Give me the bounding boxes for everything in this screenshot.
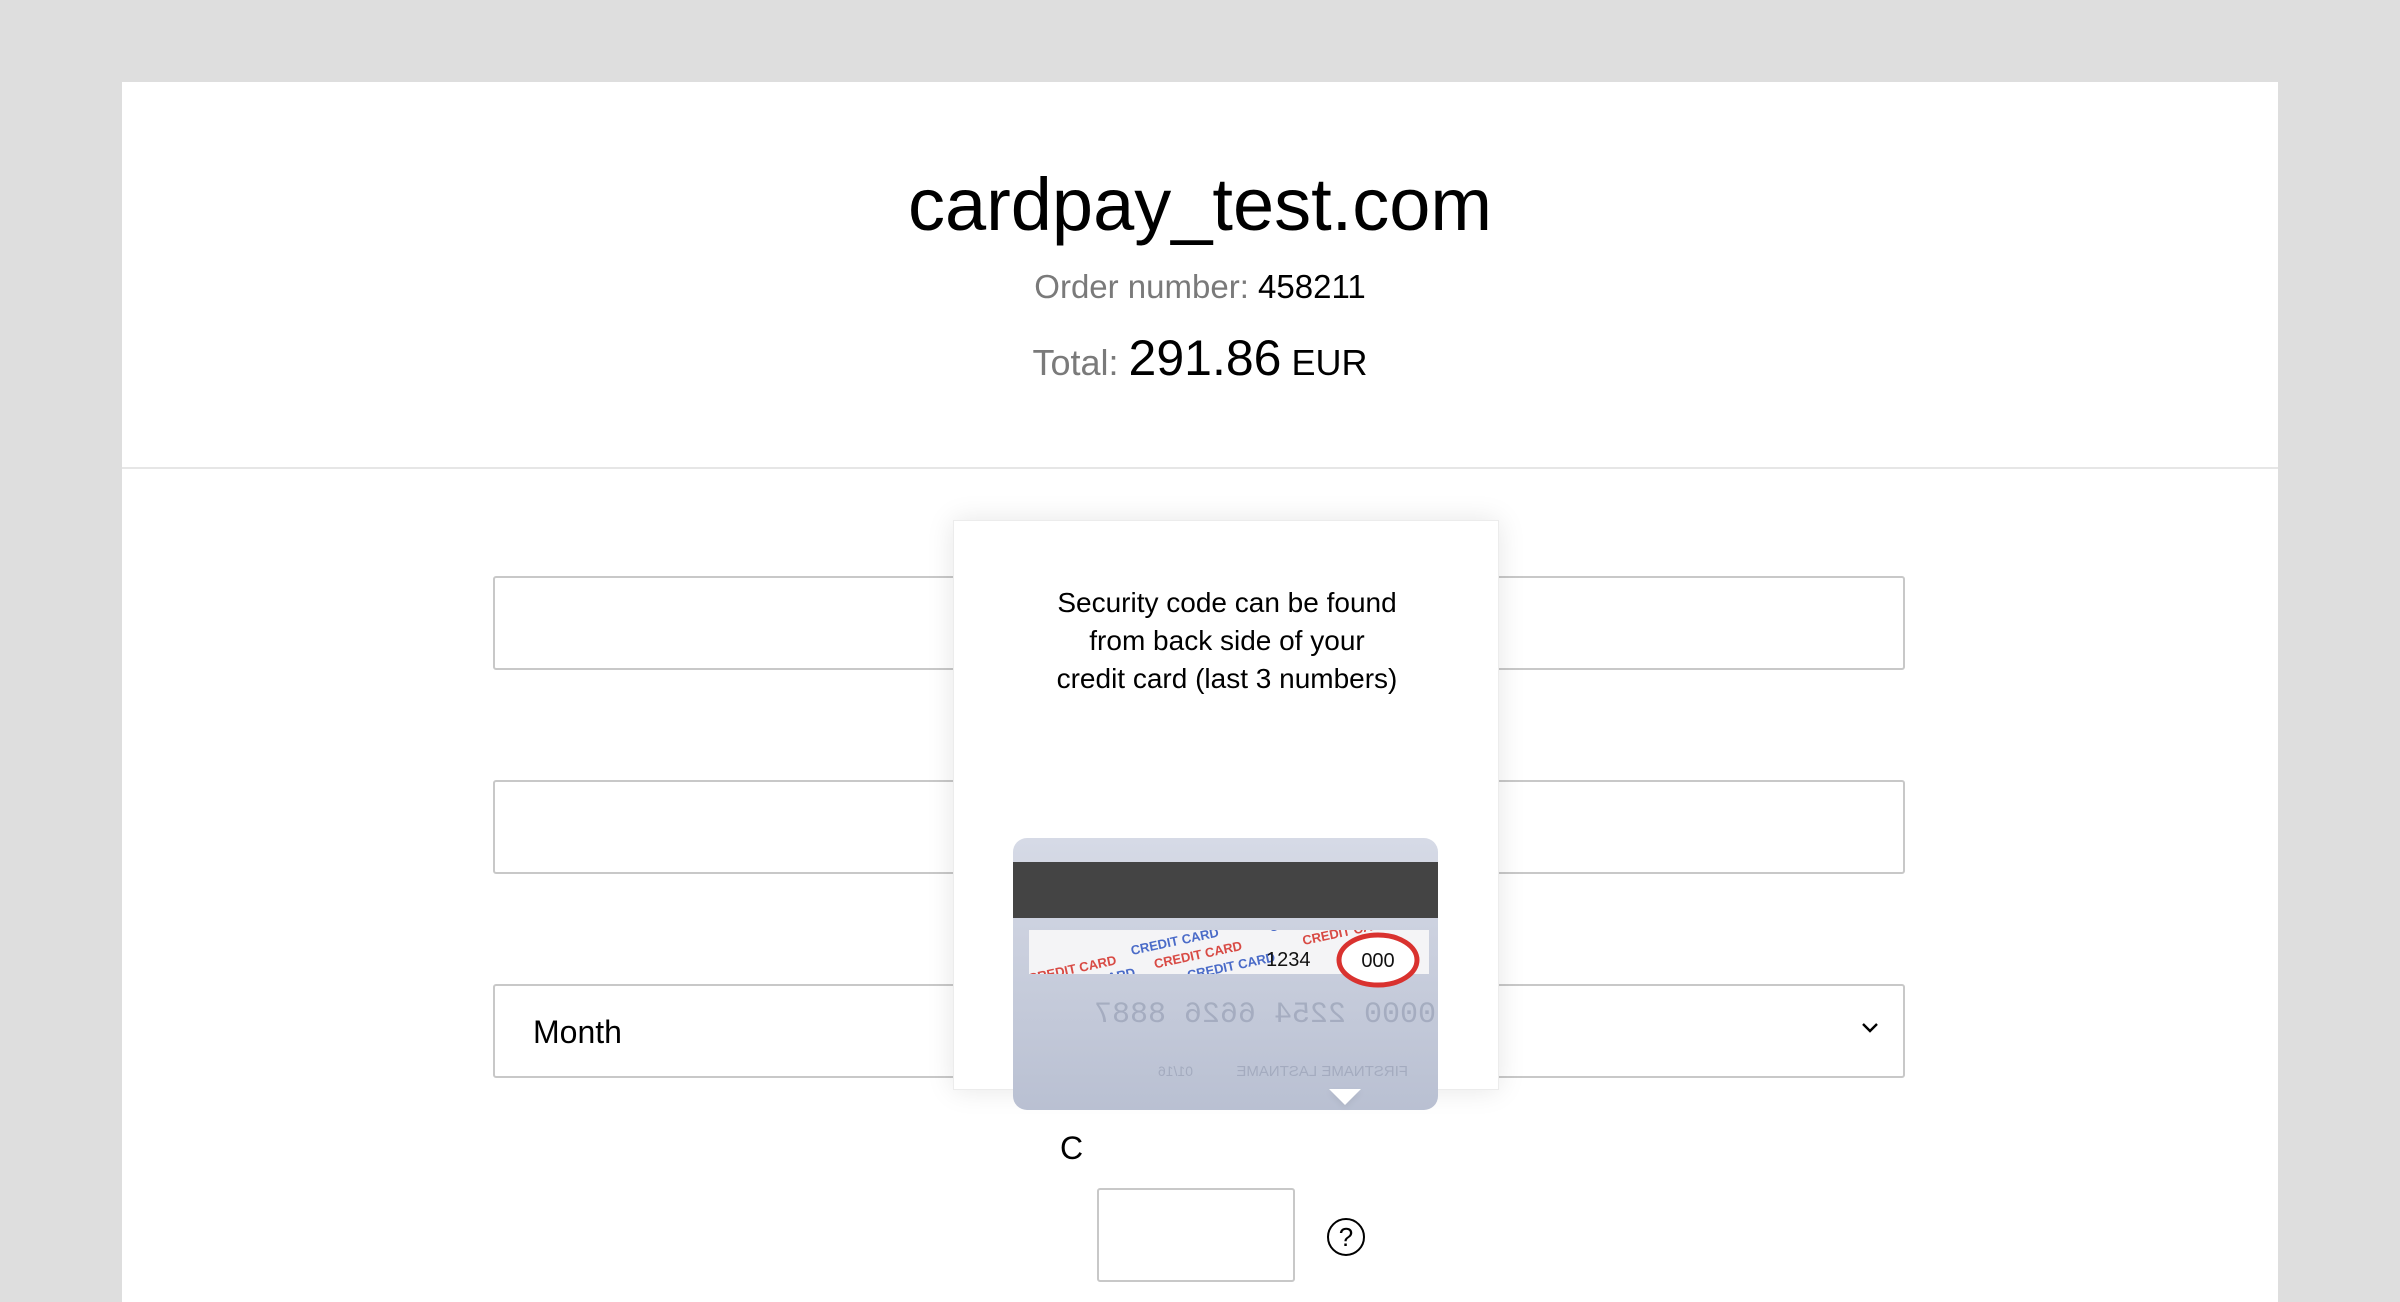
order-number-value: 458211 bbox=[1258, 268, 1366, 305]
order-number-line: Order number: 458211 bbox=[122, 270, 2278, 303]
help-icon[interactable]: ? bbox=[1327, 1218, 1365, 1256]
total-amount: 291.86 bbox=[1128, 330, 1282, 386]
cvv-label-partial: C bbox=[1060, 1130, 1084, 1166]
merchant-title: cardpay_test.com bbox=[907, 163, 1493, 246]
card-back-image: CREDIT CARD CREDIT CARD CREDIT CARD CRED… bbox=[1013, 838, 1438, 1110]
mirrored-card-number: 0000 2254 6626 8887 bbox=[1094, 998, 1436, 1032]
total-currency: EUR bbox=[1291, 342, 1368, 383]
signature-digits: 1234 bbox=[1266, 949, 1311, 971]
tooltip-line-2: from back side of your bbox=[1089, 625, 1365, 656]
cvv-input[interactable] bbox=[1097, 1188, 1295, 1282]
chevron-down-icon bbox=[1862, 1023, 1878, 1033]
tooltip-line-1: Security code can be found bbox=[1057, 587, 1397, 618]
tooltip-arrow bbox=[1329, 1089, 1361, 1105]
cvv-tooltip: Security code can be found from back sid… bbox=[953, 520, 1499, 1110]
tooltip-line-3: credit card (last 3 numbers) bbox=[1056, 663, 1398, 694]
tooltip-text: Security code can be found from back sid… bbox=[1014, 584, 1440, 698]
mirrored-expiry: 01/16 bbox=[1158, 1063, 1193, 1079]
magnetic-stripe bbox=[1013, 862, 1438, 918]
total-line: Total: 291.86 EUR bbox=[122, 333, 2278, 383]
expiry-month-value: Month bbox=[533, 1014, 622, 1050]
mirrored-cardholder: FIRSTNAME LASTNAME bbox=[1236, 1063, 1408, 1080]
total-label: Total: bbox=[1032, 342, 1119, 383]
header-divider bbox=[122, 467, 2278, 469]
cvv-digits: 000 bbox=[1361, 950, 1394, 972]
order-number-label: Order number: bbox=[1034, 268, 1249, 305]
